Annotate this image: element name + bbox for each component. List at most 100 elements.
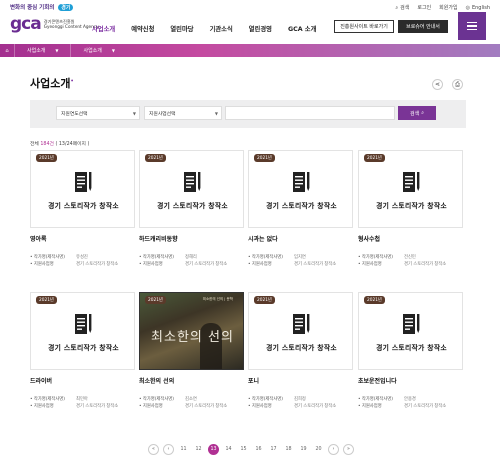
year-badge: 2021년 (36, 154, 57, 162)
util-lang-label: English (471, 4, 490, 11)
card-title[interactable]: 형사수첩 (358, 234, 463, 243)
placeholder-text: 경기 스토리작가 창작소 (48, 202, 119, 210)
meta-label: • 작가명(제작사명) (248, 255, 283, 260)
card-title[interactable]: 드라이버 (30, 376, 135, 385)
document-icon (292, 313, 310, 335)
year-badge: 2021년 (364, 154, 385, 162)
placeholder-text: 경기 스토리작가 창작소 (376, 344, 447, 352)
card-thumbnail[interactable]: 2021년 경기 스토리작가 창작소 (358, 150, 463, 228)
card-thumbnail[interactable]: 2021년 경기 스토리작가 창작소 (30, 150, 135, 228)
hamburger-icon (467, 22, 477, 24)
card-thumbnail[interactable]: 2021년 경기 스토리작가 창작소 (30, 292, 135, 370)
meta-label: • 지원사업명 (139, 404, 163, 409)
card-meta: • 작가명(제작사명) 전신민 • 지원사업명 경기 스토리작가 창작소 (358, 254, 463, 268)
util-login[interactable]: 로그인 (417, 4, 431, 11)
page-title: 사업소개• (30, 75, 74, 91)
share-icon[interactable]: ⋖ (432, 79, 443, 90)
page-12[interactable]: 12 (193, 444, 204, 455)
nav-item-reservation[interactable]: 예약신청 (131, 24, 154, 33)
logo-text-en: Gyeonggi Content Agency (43, 24, 99, 29)
prev-page-button[interactable]: ‹ (163, 444, 174, 455)
page-19[interactable]: 19 (298, 444, 309, 455)
print-icon[interactable]: ⎙ (452, 79, 463, 90)
placeholder-text: 경기 스토리작가 창작소 (48, 344, 119, 352)
page-11[interactable]: 11 (178, 444, 189, 455)
page-20[interactable]: 20 (313, 444, 324, 455)
card-title[interactable]: 최소한의 선의 (139, 376, 244, 385)
meta-label: • 지원사업명 (30, 262, 54, 267)
first-page-button[interactable]: « (148, 444, 159, 455)
count-total: 184건 (40, 142, 54, 147)
meta-writer: 정해리 (185, 255, 197, 260)
placeholder-text: 경기 스토리작가 창작소 (376, 202, 447, 210)
count-pages: ( 13/24페이지 ) (55, 142, 90, 147)
breadcrumb-label: 사업소개 (83, 48, 102, 54)
slogan-text: 변화의 중심 기회의 (10, 5, 55, 11)
util-lang[interactable]: ◎ English (466, 4, 490, 11)
card-thumbnail[interactable]: 2021년 경기 스토리작가 창작소 (139, 150, 244, 228)
meta-program: 경기 스토리작가 창작소 (185, 404, 228, 409)
pagination: « ‹ 11 12 13 14 15 16 17 18 19 20 › » (148, 444, 354, 455)
list-item[interactable]: 2021년 경기 스토리작가 창작소 시과는 없다 • 작가명(제작사명) 임지연… (248, 150, 353, 268)
breadcrumb-item[interactable]: 사업소개 ▼ (14, 44, 70, 57)
logo[interactable]: gca 경기콘텐츠진흥원 Gyeonggi Content Agency (10, 14, 99, 34)
photo-title: 최소한의 선의 (151, 330, 234, 345)
meta-writer: 김소연 (185, 397, 197, 402)
card-title[interactable]: 시과는 없다 (248, 234, 353, 243)
main-nav: 사업소개 예약신청 열린마당 기관소식 열린경영 GCA 소개 (92, 24, 316, 33)
brochure-button[interactable]: 브로슈어 안내서 (398, 20, 448, 33)
nav-item-management[interactable]: 열린경영 (249, 24, 272, 33)
list-item[interactable]: 2021년 경기 스토리작가 창작소 형사수첩 • 작가명(제작사명) 전신민 •… (358, 150, 463, 268)
nav-item-open-forum[interactable]: 열린마당 (170, 24, 193, 33)
page-13[interactable]: 13 (208, 444, 219, 455)
list-item[interactable]: 2021년 경기 스토리작가 창작소 영아록 • 작가명(제작사명) 유성진 • … (30, 150, 135, 268)
util-join[interactable]: 회원가입 (439, 4, 457, 11)
card-title[interactable]: 하드캐리비동향 (139, 234, 244, 243)
year-badge: 2021년 (36, 296, 57, 304)
document-icon (292, 171, 310, 193)
nav-item-about[interactable]: GCA 소개 (288, 24, 316, 33)
card-meta: • 작가명(제작사명) 김소연 • 지원사업명 경기 스토리작가 창작소 (139, 396, 244, 410)
card-thumbnail[interactable]: 2021년 경기 스토리작가 창작소 (248, 292, 353, 370)
next-page-button[interactable]: › (328, 444, 339, 455)
globe-icon: ◎ (465, 4, 470, 11)
nav-item-news[interactable]: 기관소식 (210, 24, 233, 33)
program-select[interactable]: 지원사업선택 ▼ (144, 106, 222, 120)
card-thumbnail[interactable]: 2021년 경기 스토리작가 창작소 (248, 150, 353, 228)
menu-button[interactable] (458, 12, 486, 40)
card-meta: • 작가명(제작사명) 유성진 • 지원사업명 경기 스토리작가 창작소 (30, 254, 135, 268)
card-thumbnail[interactable]: 최소한의 선의 | 문학 최소한의 선의 2021년 (139, 292, 244, 370)
meta-label: • 지원사업명 (248, 262, 272, 267)
nav-item-business[interactable]: 사업소개 (92, 24, 115, 33)
list-item[interactable]: 2021년 경기 스토리작가 창작소 초보운전입니다 • 작가명(제작사명) 안용… (358, 292, 463, 410)
list-item[interactable]: 최소한의 선의 | 문학 최소한의 선의 2021년 최소한의 선의 • 작가명… (139, 292, 244, 410)
meta-label: • 작가명(제작사명) (358, 397, 393, 402)
util-search[interactable]: ⌕ 검색 (395, 4, 409, 12)
agency-site-button[interactable]: 진흥원사이트 바로가기 (334, 20, 394, 33)
page-16[interactable]: 16 (253, 444, 264, 455)
card-title[interactable]: 초보운전입니다 (358, 376, 463, 385)
home-icon[interactable]: ⌂ (0, 44, 14, 57)
page-17[interactable]: 17 (268, 444, 279, 455)
card-meta: • 작가명(제작사명) 정해리 • 지원사업명 경기 스토리작가 창작소 (139, 254, 244, 268)
chevron-down-icon: ▼ (111, 48, 115, 53)
page-15[interactable]: 15 (238, 444, 249, 455)
list-item[interactable]: 2021년 경기 스토리작가 창작소 드라이버 • 작가명(제작사명) 최민아 •… (30, 292, 135, 410)
card-meta: • 작가명(제작사명) 최민아 • 지원사업명 경기 스토리작가 창작소 (30, 396, 135, 410)
search-button[interactable]: 검색 ⌕ (398, 106, 436, 120)
meta-label: • 지원사업명 (358, 262, 382, 267)
year-select[interactable]: 지원연도선택 ▼ (56, 106, 140, 120)
card-title[interactable]: 포니 (248, 376, 353, 385)
card-title[interactable]: 영아록 (30, 234, 135, 243)
breadcrumb-label: 사업소개 (27, 48, 46, 54)
last-page-button[interactable]: » (343, 444, 354, 455)
breadcrumb-item[interactable]: 사업소개 ▼ (70, 44, 126, 57)
list-item[interactable]: 2021년 경기 스토리작가 창작소 포니 • 작가명(제작사명) 김희정 • 지… (248, 292, 353, 410)
meta-label: • 작가명(제작사명) (30, 397, 65, 402)
page-18[interactable]: 18 (283, 444, 294, 455)
meta-writer: 김희정 (294, 397, 306, 402)
page-14[interactable]: 14 (223, 444, 234, 455)
list-item[interactable]: 2021년 경기 스토리작가 창작소 하드캐리비동향 • 작가명(제작사명) 정해… (139, 150, 244, 268)
card-thumbnail[interactable]: 2021년 경기 스토리작가 창작소 (358, 292, 463, 370)
search-input[interactable] (225, 106, 395, 120)
